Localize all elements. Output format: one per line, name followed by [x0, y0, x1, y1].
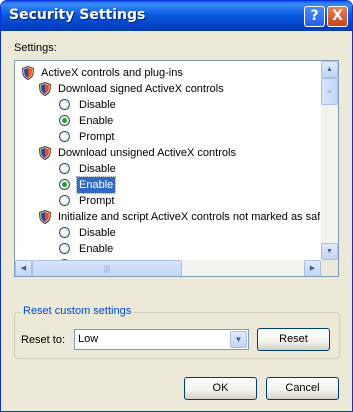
radio-unchecked[interactable] — [59, 227, 70, 238]
reset-group-title: Reset custom settings — [21, 305, 134, 317]
horizontal-scrollbar[interactable]: ◀ ||| ▶ — [15, 260, 321, 276]
title-bar[interactable]: Security Settings ? X — [1, 1, 352, 31]
radio-checked[interactable] — [59, 115, 70, 126]
security-level-select[interactable]: Low ▼ — [74, 329, 249, 350]
reset-to-label: Reset to: — [21, 334, 66, 346]
vertical-scrollbar[interactable]: ▲ ≡ ▼ — [321, 61, 338, 260]
close-button[interactable]: X — [327, 6, 348, 27]
scroll-up-button[interactable]: ▲ — [321, 61, 338, 78]
reset-button[interactable]: Reset — [257, 328, 330, 351]
option-label: Disable — [79, 99, 116, 111]
security-shield-icon — [22, 66, 34, 80]
radio-checked[interactable] — [59, 179, 70, 190]
setting-label: Download signed ActiveX controls — [58, 83, 224, 95]
security-settings-dialog: Security Settings ? X Settings: ActiveX … — [0, 0, 353, 412]
radio-unchecked[interactable] — [59, 131, 70, 142]
scroll-left-button[interactable]: ◀ — [15, 260, 32, 276]
security-level-value: Low — [78, 333, 99, 345]
security-shield-icon — [39, 82, 51, 96]
radio-unchecked[interactable] — [59, 195, 70, 206]
ok-button[interactable]: OK — [184, 377, 257, 400]
security-shield-icon — [39, 210, 51, 224]
radio-unchecked[interactable] — [59, 99, 70, 110]
grip-icon: ||| — [103, 264, 111, 273]
radio-unchecked[interactable] — [59, 163, 70, 174]
cancel-button[interactable]: Cancel — [266, 377, 339, 400]
grip-icon: ≡ — [327, 87, 332, 96]
help-button[interactable]: ? — [304, 6, 325, 27]
window-title: Security Settings — [9, 7, 146, 23]
scroll-down-button[interactable]: ▼ — [321, 243, 338, 260]
option-label: Disable — [79, 227, 116, 239]
scroll-right-button[interactable]: ▶ — [304, 260, 321, 276]
chevron-down-icon[interactable]: ▼ — [230, 331, 247, 348]
settings-listbox[interactable]: ActiveX controls and plug-ins Download si… — [14, 60, 339, 277]
setting-label: Download unsigned ActiveX controls — [58, 147, 236, 159]
option-label: Enable — [79, 115, 114, 127]
option-label: Prompt — [79, 195, 115, 207]
settings-label: Settings: — [14, 42, 57, 54]
security-shield-icon — [39, 146, 51, 160]
option-label: Enable — [75, 176, 117, 194]
option-label: Disable — [79, 163, 116, 175]
setting-label: ActiveX controls and plug-ins — [41, 67, 183, 79]
radio-unchecked[interactable] — [59, 243, 70, 254]
horizontal-scroll-thumb[interactable]: ||| — [32, 260, 182, 276]
option-label: Prompt — [79, 131, 115, 143]
vertical-scroll-thumb[interactable]: ≡ — [321, 78, 338, 105]
scroll-corner — [321, 260, 338, 276]
option-label: Enable — [79, 243, 114, 255]
settings-tree: ActiveX controls and plug-ins Download si… — [15, 61, 320, 260]
setting-label: Initialize and script ActiveX controls n… — [58, 211, 320, 223]
